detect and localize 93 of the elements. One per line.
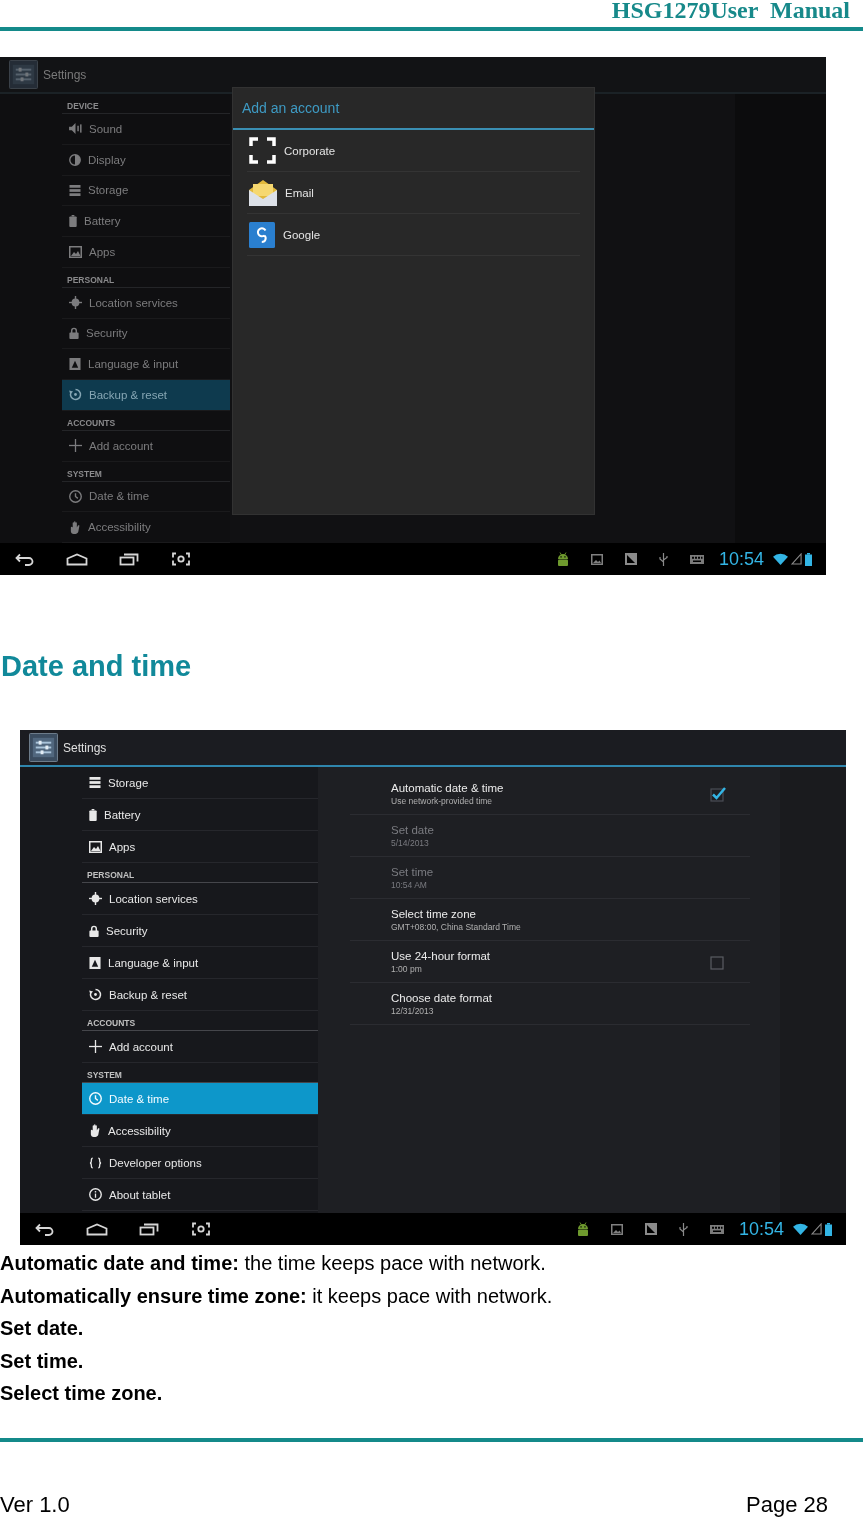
setting-summary: GMT+08:00, China Standard Time	[391, 921, 521, 932]
envelope-icon	[249, 179, 277, 206]
clock-time: 10:54	[738, 1218, 784, 1240]
section-header: ACCOUNTS	[82, 1011, 318, 1031]
clock-icon	[69, 489, 82, 503]
stacked-lines-icon	[89, 777, 101, 788]
screenshot-icon[interactable]	[170, 552, 192, 566]
back-icon[interactable]	[14, 552, 36, 566]
description-text: Automatically ensure time zone: it keeps pace with network.	[0, 1283, 553, 1309]
setting-summary: 5/14/2013	[391, 837, 430, 848]
picture-icon	[69, 245, 82, 258]
contrast-icon	[69, 153, 81, 166]
diagonal-tile-icon[interactable]	[644, 1223, 657, 1235]
clock-time: 10:54	[718, 548, 764, 570]
section-heading: Date and time	[1, 649, 192, 683]
wifi-icon	[793, 1223, 808, 1235]
page-number: Page 28	[746, 1491, 828, 1518]
dialog-title: Add an account	[241, 99, 341, 118]
settings-menu-item[interactable]: Location services	[82, 883, 318, 915]
setting-summary: Use network-provided time	[391, 795, 494, 806]
description-text: Select time zone.	[0, 1381, 164, 1406]
logo-tile-icon	[249, 221, 275, 248]
description-text: Set date.	[0, 1316, 85, 1341]
account-type-option[interactable]: Email	[247, 172, 580, 214]
triangle-tile-icon	[69, 358, 81, 371]
settings-menu-item[interactable]: Storage	[82, 767, 318, 799]
setting-summary: 1:00 pm	[391, 963, 423, 974]
recent-apps-icon[interactable]	[138, 1222, 160, 1236]
picture-icon[interactable]	[590, 553, 603, 565]
battery-icon	[825, 1222, 832, 1236]
checkbox[interactable]	[710, 953, 726, 970]
signal-icon	[791, 553, 802, 565]
home-icon[interactable]	[66, 552, 88, 566]
home-icon[interactable]	[86, 1222, 108, 1236]
hand-icon	[89, 1124, 101, 1137]
plus-icon	[89, 1040, 102, 1053]
picture-icon	[89, 840, 102, 853]
corner-brackets-icon	[249, 137, 276, 164]
crosshair-icon	[69, 296, 82, 310]
circular-arrow-icon	[69, 388, 82, 402]
description-text: Automatic date and time: the time keeps pace with network.	[0, 1251, 547, 1276]
settings-menu-item[interactable]: About tablet	[82, 1179, 318, 1211]
circular-arrow-icon	[89, 988, 102, 1001]
settings-menu-item[interactable]: Apps	[82, 831, 318, 863]
description-text: Set time.	[0, 1348, 85, 1374]
triangle-tile-icon	[89, 956, 101, 969]
sliders-icon	[9, 60, 38, 89]
version-label: Ver 1.0	[0, 1491, 70, 1518]
wifi-icon	[773, 553, 788, 565]
picture-icon[interactable]	[610, 1223, 623, 1235]
checkbox[interactable]	[710, 785, 726, 802]
battery-icon	[89, 808, 97, 821]
usb-icon[interactable]	[658, 552, 668, 566]
recent-apps-icon[interactable]	[118, 552, 140, 566]
sliders-icon	[29, 733, 58, 762]
manual-header-title: HSG1279User Manual	[611, 0, 850, 25]
keyboard-icon[interactable]	[709, 1224, 724, 1234]
padlock-icon	[69, 327, 79, 340]
back-icon[interactable]	[34, 1222, 56, 1236]
diagonal-tile-icon[interactable]	[624, 553, 637, 565]
setting-summary: 12/31/2013	[391, 1005, 435, 1016]
speaker-icon	[69, 123, 82, 135]
crosshair-icon	[89, 892, 102, 905]
hand-icon	[69, 520, 81, 534]
section-header: PERSONAL	[82, 863, 318, 883]
account-type-option[interactable]: Google	[247, 214, 580, 256]
battery-icon	[805, 552, 812, 566]
settings-menu-item[interactable]: Battery	[82, 799, 318, 831]
app-title: Settings	[43, 67, 87, 82]
setting-title[interactable]: Choose date format	[391, 991, 492, 1004]
braces-icon	[89, 1156, 102, 1169]
battery-icon	[69, 215, 77, 228]
setting-title[interactable]: Automatic date & time	[391, 781, 504, 794]
setting-title[interactable]: Use 24-hour format	[391, 949, 491, 962]
screenshot-icon[interactable]	[190, 1222, 212, 1236]
robot-icon[interactable]	[576, 1222, 589, 1236]
settings-menu-item[interactable]: Backup & reset	[62, 380, 230, 411]
signal-icon	[811, 1223, 822, 1235]
settings-menu-item[interactable]: Language & input	[82, 947, 318, 979]
plus-icon	[69, 439, 82, 453]
clock-icon	[89, 1092, 102, 1105]
usb-icon[interactable]	[678, 1222, 688, 1236]
settings-menu-item[interactable]: Accessibility	[82, 1115, 318, 1147]
padlock-icon	[89, 924, 99, 937]
keyboard-icon[interactable]	[689, 554, 704, 564]
settings-menu-item[interactable]: Security	[82, 915, 318, 947]
robot-icon[interactable]	[556, 552, 569, 566]
setting-summary: 10:54 AM	[391, 879, 428, 890]
app-title: Settings	[63, 740, 107, 755]
account-type-option[interactable]: Corporate	[247, 130, 580, 172]
info-icon	[89, 1188, 102, 1201]
stacked-lines-icon	[69, 184, 81, 196]
setting-title[interactable]: Select time zone	[391, 907, 521, 920]
